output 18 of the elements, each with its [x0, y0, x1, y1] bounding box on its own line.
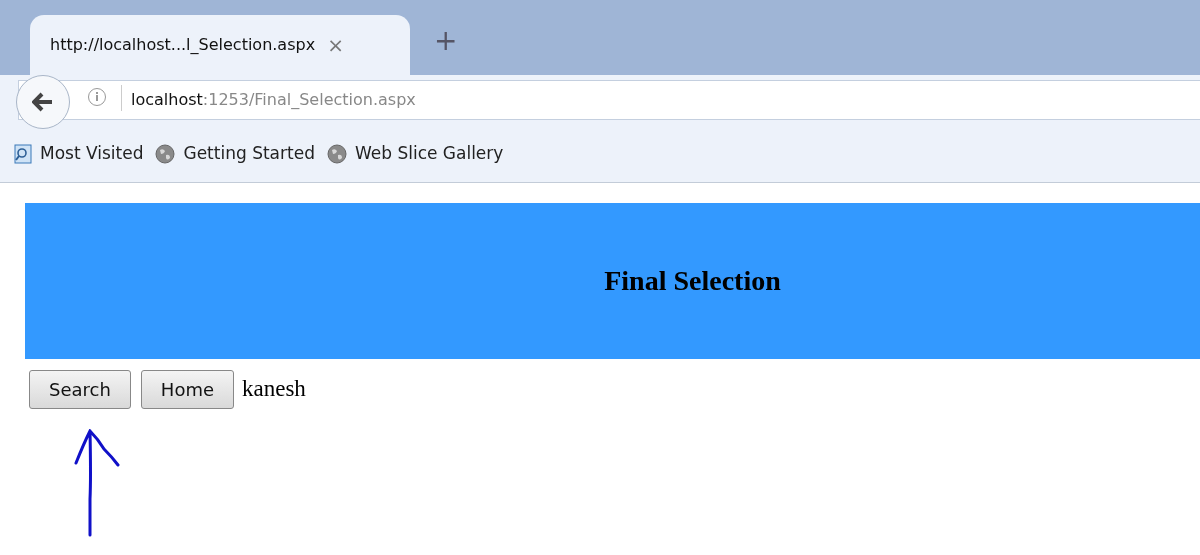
- page-title: Final Selection: [604, 264, 781, 298]
- user-name: kanesh: [242, 375, 306, 404]
- bookmark-link[interactable]: Getting Started: [183, 140, 315, 167]
- globe-icon: [155, 143, 176, 164]
- back-arrow-icon: [32, 92, 54, 112]
- browser-tab[interactable]: http://localhost...l_Selection.aspx ×: [30, 15, 410, 75]
- page-button[interactable]: Search: [29, 370, 131, 409]
- page-search-icon: [14, 143, 32, 164]
- info-icon[interactable]: [87, 87, 107, 107]
- tab-title: http://localhost...l_Selection.aspx: [50, 34, 316, 56]
- globe-icon: [326, 143, 347, 164]
- close-tab-button[interactable]: ×: [327, 35, 344, 55]
- path-text: :1253/Final_Selection.aspx: [202, 89, 416, 111]
- url-field[interactable]: localhost:1253/Final_Selection.aspx: [18, 80, 1200, 120]
- bookmark-link[interactable]: Web Slice Gallery: [354, 140, 504, 167]
- page-button[interactable]: Home: [140, 370, 234, 409]
- host-text: localhost: [131, 89, 203, 111]
- bookmark-link[interactable]: Most Visited: [40, 140, 144, 167]
